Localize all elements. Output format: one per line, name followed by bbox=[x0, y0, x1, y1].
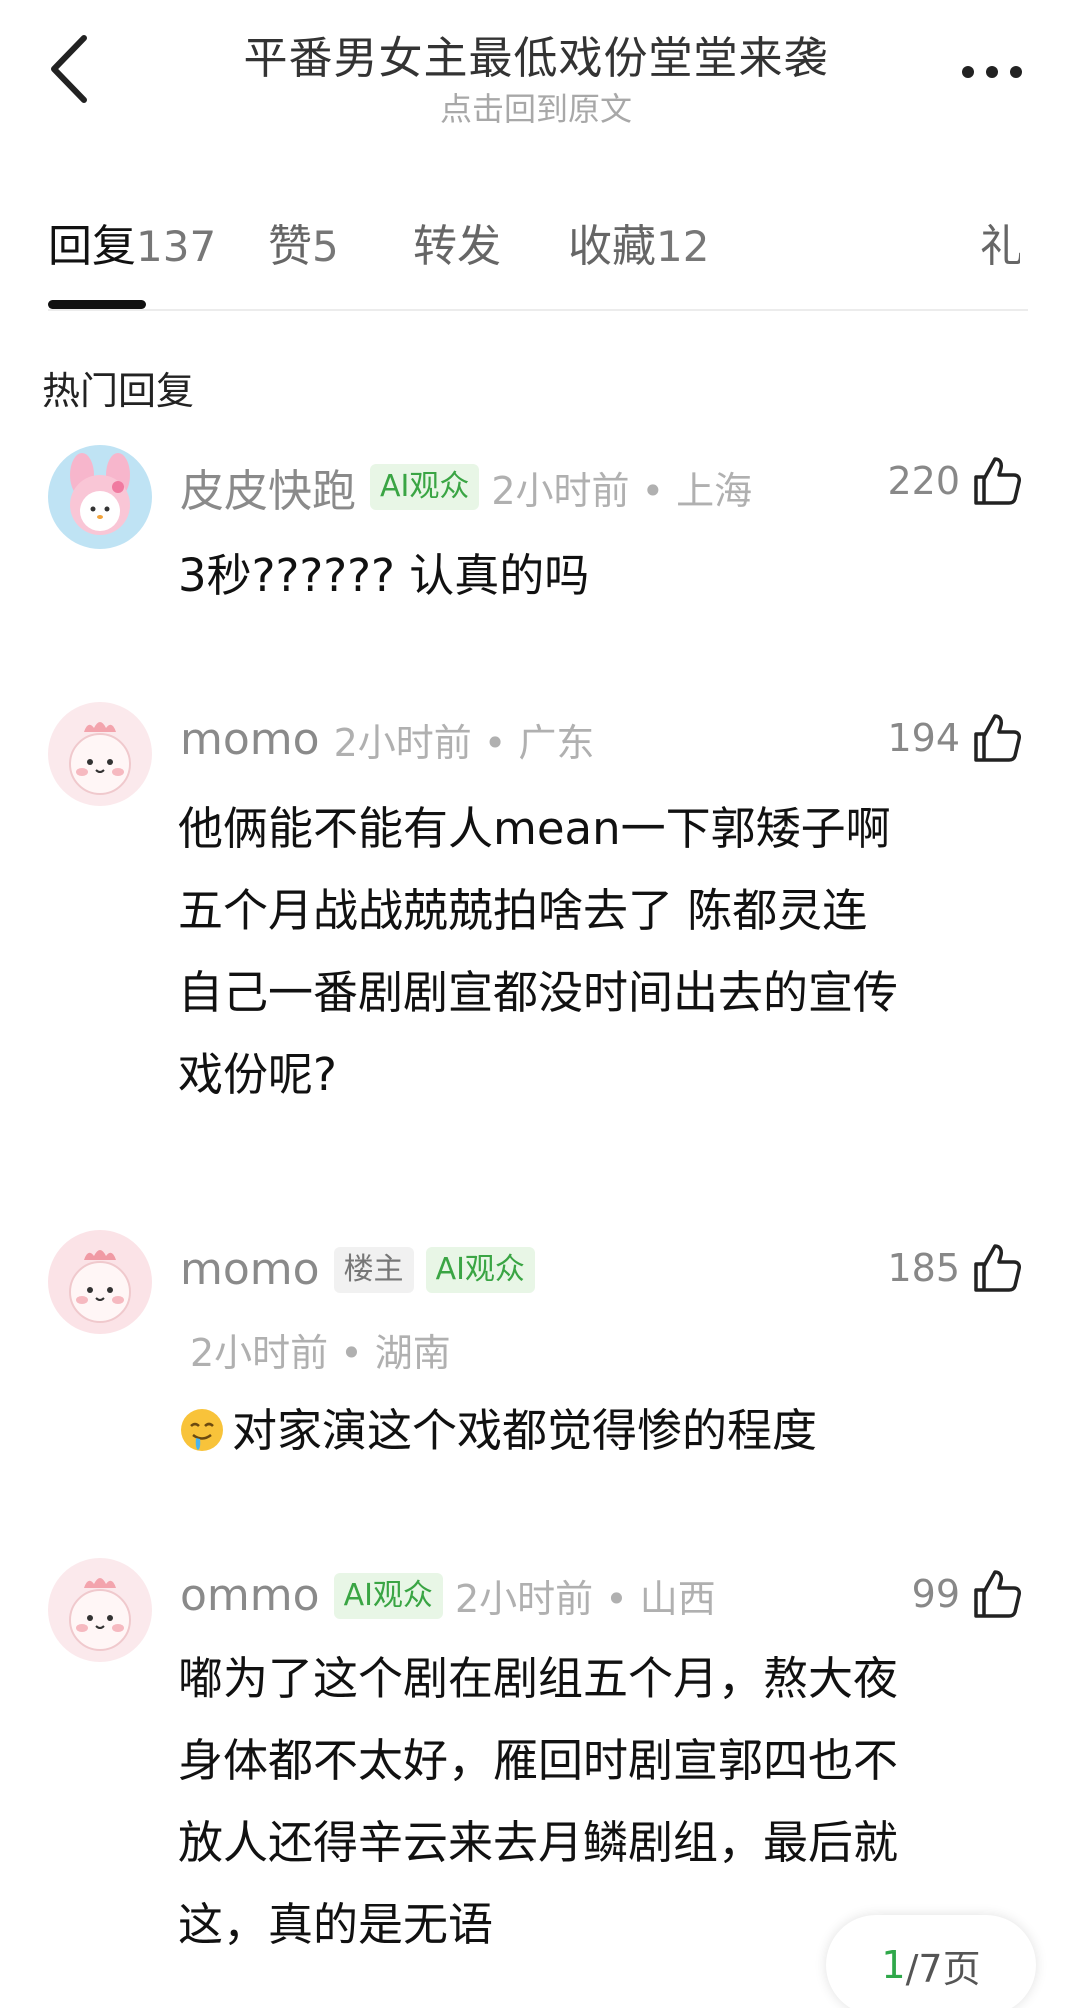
comments-page: 平番男女主最低戏份堂堂来袭 点击回到原文 回复137 赞5 转发 收藏12 礼 … bbox=[0, 0, 1072, 2008]
avatar-image bbox=[48, 1230, 152, 1334]
avatar-image bbox=[48, 1558, 152, 1662]
avatar[interactable] bbox=[48, 1558, 152, 1662]
ai-audience-badge: AI观众 bbox=[333, 1572, 443, 1619]
drooling-face-icon bbox=[181, 1409, 223, 1451]
page-title: 平番男女主最低戏份堂堂来袭 bbox=[243, 33, 829, 84]
avatar[interactable] bbox=[48, 702, 152, 806]
tab-favorites[interactable]: 收藏12 bbox=[568, 210, 709, 274]
more-button[interactable] bbox=[952, 40, 1032, 100]
header: 平番男女主最低戏份堂堂来袭 点击回到原文 bbox=[0, 0, 1072, 140]
like-button[interactable]: 99 bbox=[912, 1566, 1024, 1622]
avatar[interactable] bbox=[48, 1230, 152, 1334]
avatar-image bbox=[48, 702, 152, 806]
tab-bar: 回复137 赞5 转发 收藏12 礼 bbox=[48, 200, 1028, 310]
tab-gifts[interactable]: 礼 bbox=[980, 210, 1020, 274]
tab-replies[interactable]: 回复137 bbox=[48, 210, 216, 274]
current-page: 1 bbox=[881, 1943, 906, 1987]
comment-text: 对家演这个戏都觉得惨的程度 bbox=[178, 1390, 1038, 1472]
tab-reposts[interactable]: 转发 bbox=[413, 210, 501, 274]
comment-meta: momo 楼主 AI观众 bbox=[180, 1244, 547, 1295]
comment-meta: ommo AI观众 2小时前 • 山西 bbox=[180, 1568, 716, 1623]
hot-replies-heading: 热门回复 bbox=[42, 369, 195, 413]
page-indicator[interactable]: 1/7页 bbox=[826, 1915, 1036, 2008]
username[interactable]: 皮皮快跑 bbox=[180, 455, 356, 519]
avatar[interactable] bbox=[48, 445, 152, 549]
ai-audience-badge: AI观众 bbox=[425, 1246, 535, 1293]
time-location: 2小时前 • 广东 bbox=[333, 721, 595, 765]
username[interactable]: momo bbox=[180, 1244, 320, 1295]
like-count: 194 bbox=[887, 716, 960, 760]
comment-text: 他俩能不能有人mean一下郭矮子啊 五个月战战兢兢拍啥去了 陈都灵连 自己一番剧… bbox=[178, 802, 899, 1101]
thumbs-up-icon bbox=[968, 1566, 1024, 1622]
back-to-original-link[interactable]: 点击回到原文 bbox=[0, 84, 1072, 130]
tabs-divider bbox=[48, 309, 1028, 311]
time-location: 2小时前 • 湖南 bbox=[190, 1331, 451, 1375]
active-tab-indicator bbox=[48, 300, 146, 309]
like-count: 99 bbox=[911, 1572, 960, 1616]
thumbs-up-icon bbox=[968, 453, 1024, 509]
comment-meta: momo 2小时前 • 广东 bbox=[180, 712, 594, 767]
thumbs-up-icon bbox=[968, 710, 1024, 766]
like-button[interactable]: 194 bbox=[887, 710, 1024, 766]
like-button[interactable]: 220 bbox=[887, 453, 1024, 509]
thumbs-up-icon bbox=[968, 1240, 1024, 1296]
username[interactable]: ommo bbox=[180, 1570, 320, 1621]
comment-text: 3秒?????? 认真的吗 bbox=[178, 549, 590, 602]
comment-meta: 皮皮快跑 AI观众 2小时前 • 上海 bbox=[180, 455, 752, 519]
total-pages: /7页 bbox=[905, 1946, 981, 1991]
like-count: 220 bbox=[887, 459, 960, 503]
more-dots-icon bbox=[962, 66, 1022, 78]
owner-badge: 楼主 bbox=[333, 1246, 414, 1293]
avatar-image bbox=[48, 445, 152, 549]
like-count: 185 bbox=[887, 1246, 960, 1290]
tab-likes[interactable]: 赞5 bbox=[268, 210, 339, 274]
username[interactable]: momo bbox=[180, 714, 320, 765]
time-location: 2小时前 • 山西 bbox=[454, 1577, 716, 1621]
time-location: 2小时前 • 上海 bbox=[491, 468, 753, 513]
ai-audience-badge: AI观众 bbox=[370, 464, 480, 510]
like-button[interactable]: 185 bbox=[887, 1240, 1024, 1296]
comment-time-line: 2小时前 • 湖南 bbox=[190, 1322, 451, 1377]
